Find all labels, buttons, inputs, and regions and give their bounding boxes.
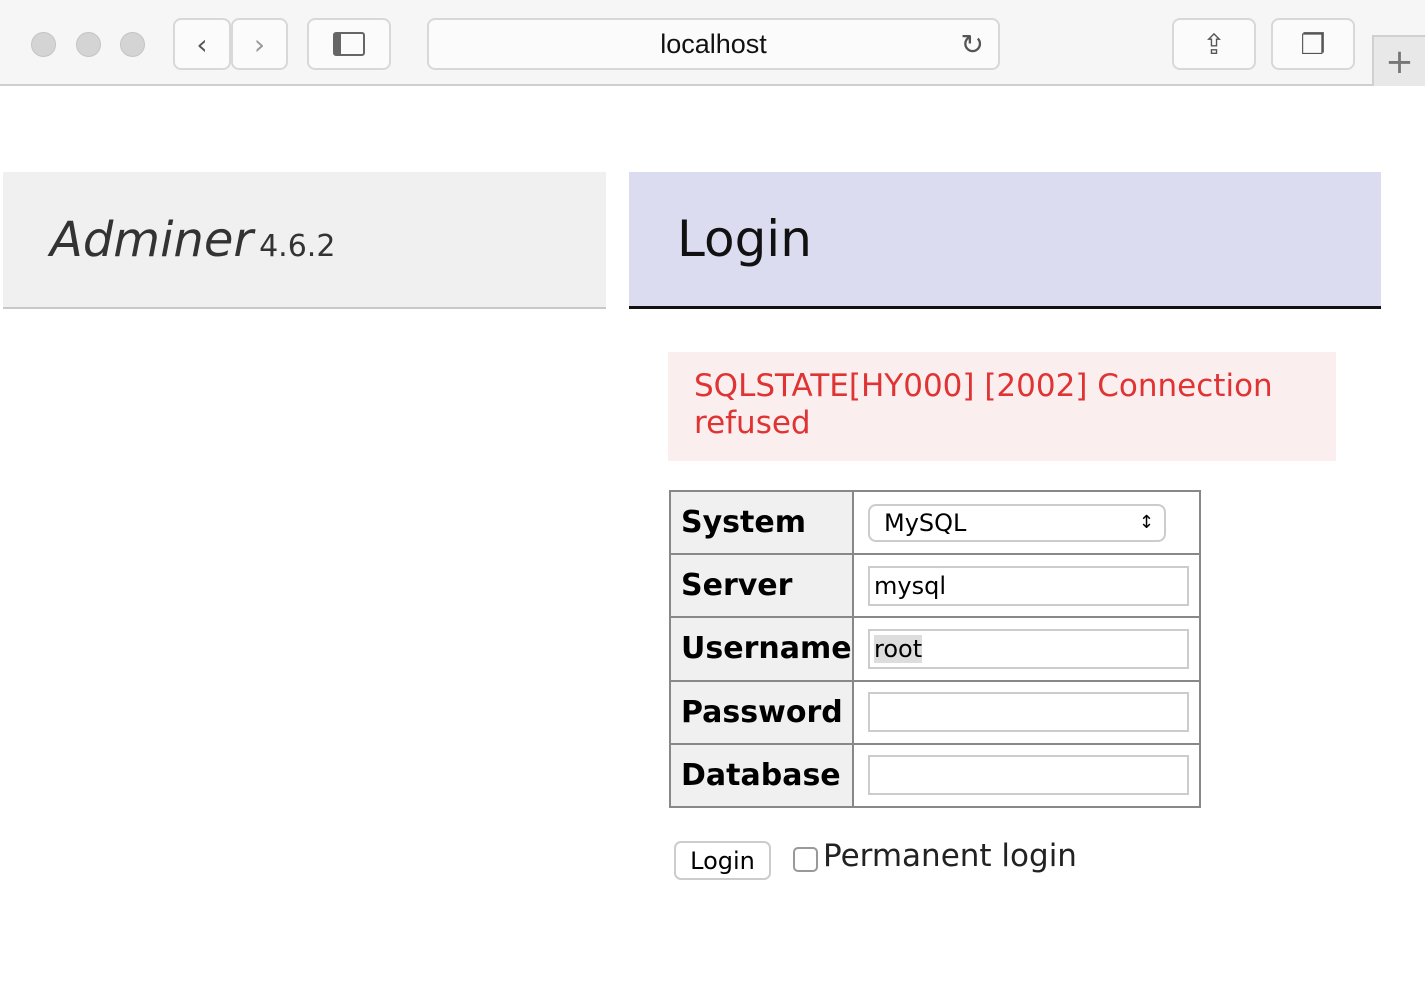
system-label: System — [669, 489, 854, 556]
back-button[interactable]: ‹ — [173, 18, 231, 70]
username-value: root — [874, 634, 923, 663]
system-select[interactable]: MySQL ↕ — [868, 503, 1166, 542]
url-text: localhost — [660, 28, 767, 59]
forward-icon: › — [253, 27, 266, 61]
share-icon: ⇪ — [1202, 27, 1226, 61]
table-row: Password — [669, 679, 1201, 745]
close-window-button[interactable] — [31, 32, 56, 57]
sidebar-icon — [333, 32, 365, 56]
brand-header: Adminer 4.6.2 — [3, 172, 606, 309]
database-input[interactable] — [868, 755, 1189, 796]
username-label: Username — [669, 616, 854, 682]
server-input[interactable]: mysql — [868, 565, 1189, 606]
share-button[interactable]: ⇪ — [1172, 18, 1256, 70]
database-label: Database — [669, 742, 854, 809]
error-message: SQLSTATE[HY000] [2002] Connection refuse… — [668, 352, 1336, 461]
show-tabs-button[interactable]: ❐ — [1271, 18, 1355, 70]
tabs-icon: ❐ — [1300, 27, 1326, 61]
page-title: Login — [677, 210, 812, 268]
login-form-table: System MySQL ↕ Server mysql Username root… — [669, 489, 1201, 809]
brand-link[interactable]: Adminer — [50, 212, 253, 268]
table-row: Database — [669, 742, 1201, 809]
system-value: MySQL — [884, 508, 967, 537]
permanent-login-checkbox[interactable] — [793, 847, 818, 872]
login-button[interactable]: Login — [674, 841, 771, 880]
minimize-window-button[interactable] — [76, 32, 101, 57]
browser-toolbar: ‹ › localhost ↻ ⇪ ❐ + — [0, 0, 1425, 86]
password-input[interactable] — [868, 692, 1189, 733]
zoom-window-button[interactable] — [120, 32, 145, 57]
server-label: Server — [669, 553, 854, 619]
table-row: Server mysql — [669, 553, 1201, 619]
password-label: Password — [669, 679, 854, 745]
brand-version: 4.6.2 — [259, 229, 336, 264]
address-bar[interactable]: localhost ↻ — [427, 18, 1000, 70]
table-row: System MySQL ↕ — [669, 489, 1201, 556]
sidebar-button[interactable] — [307, 18, 391, 70]
content-header: Login — [629, 172, 1381, 309]
new-tab-button[interactable]: + — [1372, 35, 1425, 86]
forward-button[interactable]: › — [231, 18, 288, 70]
permanent-login-label[interactable]: Permanent login — [823, 838, 1077, 874]
table-row: Username root — [669, 616, 1201, 682]
plus-icon: + — [1385, 41, 1414, 82]
back-icon: ‹ — [196, 27, 208, 61]
reload-icon[interactable]: ↻ — [961, 28, 984, 61]
select-chevrons-icon: ↕ — [1138, 512, 1154, 534]
username-input[interactable]: root — [868, 628, 1189, 669]
